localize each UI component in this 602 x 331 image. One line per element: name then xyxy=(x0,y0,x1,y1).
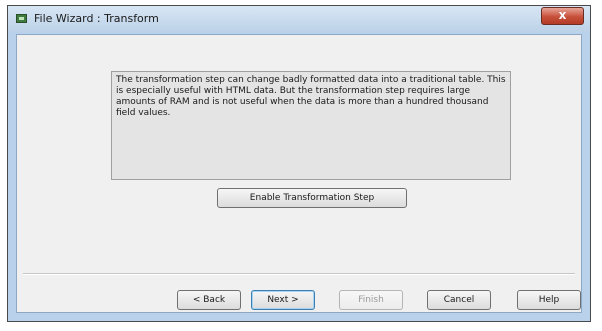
description-text: The transformation step can change badly… xyxy=(111,71,511,180)
title-bar[interactable]: File Wizard : Transform x xyxy=(8,6,590,32)
finish-button: Finish xyxy=(339,290,403,310)
cancel-button[interactable]: Cancel xyxy=(427,290,491,310)
next-button[interactable]: Next > xyxy=(251,290,315,310)
footer-separator xyxy=(23,273,575,275)
window-title: File Wizard : Transform xyxy=(34,12,159,25)
back-button[interactable]: < Back xyxy=(177,290,241,310)
file-wizard-window: File Wizard : Transform x The transforma… xyxy=(7,5,591,322)
close-button[interactable]: x xyxy=(541,7,584,25)
wizard-body: The transformation step can change badly… xyxy=(16,34,582,313)
enable-transformation-button[interactable]: Enable Transformation Step xyxy=(217,188,407,208)
help-button[interactable]: Help xyxy=(517,290,581,310)
app-icon xyxy=(16,14,27,23)
